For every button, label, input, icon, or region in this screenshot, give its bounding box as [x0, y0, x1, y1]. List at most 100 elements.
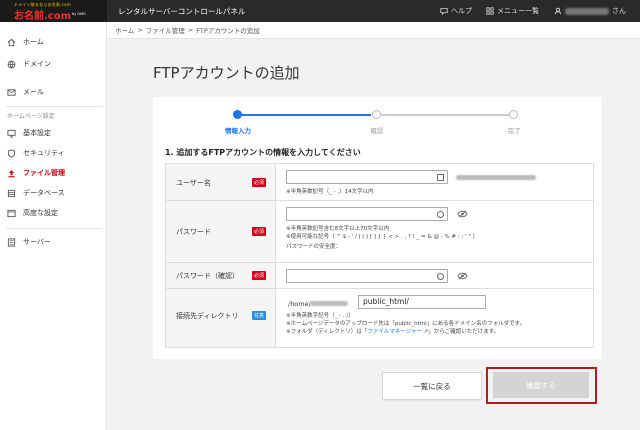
lock-icon	[437, 273, 444, 280]
form-input-cell: ※半角英数記号（_ - .）14文字以内	[276, 164, 593, 200]
file-manager-link[interactable]: ファイルマネージャー	[367, 329, 422, 335]
domain-suffix-redacted	[456, 175, 536, 180]
step-connector-done	[238, 114, 371, 116]
confirm-button[interactable]: 確認する	[493, 372, 589, 398]
breadcrumb-separator: >	[187, 26, 194, 34]
user-suffix: さん	[612, 7, 626, 15]
logo-text: お名前.com	[14, 11, 72, 22]
directory-note-filemanager: ※フォルダ（ディレクトリ）は「ファイルマネージャー ↗」からご確認いただけます。	[286, 328, 499, 336]
form-card: 情報入力 確認 完了 1. 追加するFTPアカウントの情報を入力してください ユ…	[153, 97, 602, 359]
mail-icon	[7, 88, 16, 96]
sidebar-item-label: セキュリティ	[23, 149, 65, 157]
breadcrumb: ホーム > ファイル管理 > FTPアカウントの追加	[107, 22, 640, 39]
username-note: ※半角英数記号（_ - .）14文字以内	[286, 189, 374, 195]
password-strength-label: パスワードの安全度：	[286, 244, 342, 250]
step-dot-complete	[509, 110, 518, 119]
upload-icon	[8, 169, 15, 177]
directory-label: 接続先ディレクトリ	[176, 312, 239, 320]
password-label: パスワード	[176, 228, 211, 236]
form-label-cell: ユーザー名 必須	[166, 164, 276, 200]
user-icon	[554, 7, 562, 15]
sidebar-item-server[interactable]: サーバー	[0, 232, 107, 252]
password-confirm-input[interactable]	[286, 269, 448, 283]
sidebar-item-mail[interactable]: メール	[0, 82, 107, 102]
form-row-password: パスワード 必須 ※半角英数記号含む8文字以上70文字以内 ※使用可能な記号（ …	[166, 201, 593, 263]
form-row-password-confirm: パスワード（確認） 必須	[166, 263, 593, 289]
sidebar-divider	[6, 228, 102, 229]
back-to-list-button[interactable]: 一覧に戻る	[382, 372, 482, 400]
user-id-redacted	[565, 7, 609, 15]
page-title: FTPアカウントの追加	[153, 64, 300, 82]
step-dot-input	[233, 110, 242, 119]
password-input[interactable]	[286, 207, 448, 221]
sidebar-item-database[interactable]: データベース	[0, 183, 107, 203]
directory-input[interactable]: public_html/	[358, 295, 486, 309]
eye-slash-icon[interactable]	[457, 210, 468, 218]
sidebar-item-home[interactable]: ホーム	[0, 32, 107, 52]
logo-tag: by GMO	[72, 12, 86, 16]
note-text: 」からご確認いただけます。	[428, 329, 500, 335]
breadcrumb-home[interactable]: ホーム	[115, 25, 134, 35]
required-badge: 必須	[252, 178, 267, 187]
required-badge: 必須	[252, 271, 267, 280]
username-input[interactable]	[286, 170, 448, 184]
directory-note-chars: ※半角英数字記号（_ - . /）	[286, 313, 354, 319]
home-icon	[7, 38, 16, 46]
form-label-cell: 接続先ディレクトリ 任意	[166, 289, 276, 347]
breadcrumb-file-management[interactable]: ファイル管理	[146, 25, 185, 35]
form-table: ユーザー名 必須 ※半角英数記号（_ - .）14文字以内 パスワード 必須 ※…	[165, 163, 594, 348]
breadcrumb-current: FTPアカウントの追加	[196, 27, 260, 35]
form-row-directory: 接続先ディレクトリ 任意 /home/ public_html/ ※半角英数字記…	[166, 289, 593, 347]
sidebar-item-label: サーバー	[23, 238, 51, 246]
confirm-button-highlight: 確認する	[486, 367, 597, 404]
form-input-cell	[276, 263, 593, 288]
help-link[interactable]: ヘルプ	[440, 6, 472, 16]
logo[interactable]: ドメイン取るならお名前.com お名前.com by GMO	[0, 0, 107, 22]
sidebar-item-label: ファイル管理	[23, 169, 65, 177]
help-icon	[440, 8, 448, 15]
lock-icon	[437, 211, 444, 218]
help-label: ヘルプ	[451, 7, 472, 15]
note-text: ※フォルダ（ディレクトリ）は「	[286, 329, 368, 335]
shield-icon	[7, 148, 16, 158]
top-bar: ドメイン取るならお名前.com お名前.com by GMO レンタルサーバーコ…	[0, 0, 640, 22]
form-label-cell: パスワード（確認） 必須	[166, 263, 276, 288]
form-input-cell: ※半角英数記号含む8文字以上70文字以内 ※使用可能な記号（ ^ $ - ' /…	[276, 201, 593, 262]
step-label-complete: 完了	[507, 127, 521, 135]
sidebar-item-security[interactable]: セキュリティ	[0, 143, 107, 163]
username-label: ユーザー名	[176, 179, 211, 187]
menu-list-link[interactable]: メニュー一覧	[486, 6, 539, 16]
server-icon	[7, 237, 16, 247]
directory-prefix: /home/	[288, 300, 311, 308]
step-connector-pending	[377, 114, 510, 116]
sidebar-item-label: 高度な設定	[23, 209, 58, 217]
monitor-icon	[7, 129, 16, 138]
form-row-username: ユーザー名 必須 ※半角英数記号（_ - .）14文字以内	[166, 164, 593, 201]
database-icon	[7, 189, 16, 197]
step-label-confirm: 確認	[370, 127, 384, 135]
sidebar-item-file-management[interactable]: ファイル管理	[0, 163, 107, 183]
optional-badge: 任意	[252, 311, 267, 320]
directory-note-upload: ※ホームページデータのアップロード先は「public_html」にある各ドメイン…	[286, 321, 526, 327]
globe-icon	[7, 60, 16, 68]
password-note-symbols: ※使用可能な記号（ ^ $ - ' / | ( ) [ ] { } < > . …	[286, 234, 479, 240]
sidebar-item-label: メール	[23, 88, 44, 96]
section-heading: 1. 追加するFTPアカウントの情報を入力してください	[165, 148, 361, 157]
sidebar-divider	[6, 106, 102, 107]
sidebar-section-label: ホームページ設定	[7, 113, 55, 120]
sidebar: ホーム ドメイン メール ホームページ設定 基本設定 セキュリティ ファイル管理…	[0, 22, 107, 430]
id-card-icon	[437, 174, 444, 181]
password-confirm-label: パスワード（確認）	[176, 272, 239, 280]
step-dot-confirm	[372, 110, 381, 119]
sidebar-item-domain[interactable]: ドメイン	[0, 54, 107, 74]
sidebar-item-basic-settings[interactable]: 基本設定	[0, 123, 107, 143]
breadcrumb-separator: >	[137, 26, 143, 34]
eye-slash-icon[interactable]	[457, 272, 468, 280]
required-badge: 必須	[252, 227, 267, 236]
sidebar-item-label: 基本設定	[23, 129, 51, 137]
user-menu[interactable]: さん	[554, 6, 626, 16]
form-label-cell: パスワード 必須	[166, 201, 276, 262]
username-redacted	[310, 301, 348, 306]
sidebar-item-advanced-settings[interactable]: 高度な設定	[0, 203, 107, 223]
sidebar-item-label: データベース	[23, 189, 65, 197]
